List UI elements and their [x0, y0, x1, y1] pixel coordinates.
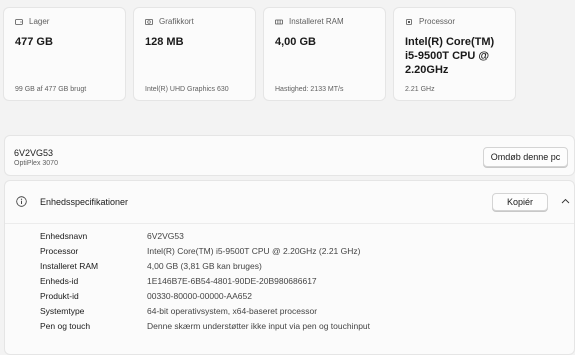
spec-value: 6V2VG53	[147, 231, 184, 241]
device-name-panel: 6V2VG53 OptiPlex 3070 Omdøb denne pc	[4, 135, 575, 176]
processor-value-line: 2.20GHz	[405, 64, 449, 76]
spec-value: 4,00 GB (3,81 GB kan bruges)	[147, 261, 262, 271]
spec-key: Produkt-id	[40, 291, 79, 301]
spec-key: Installeret RAM	[40, 261, 99, 271]
spec-row: Installeret RAM 4,00 GB (3,81 GB kan bru…	[40, 261, 262, 271]
device-specifications-header[interactable]: Enhedsspecifikationer Kopiér	[5, 181, 574, 224]
processor-value-line: Intel(R) Core(TM)	[405, 36, 495, 48]
storage-icon	[15, 18, 23, 25]
ram-value: 4,00 GB	[275, 36, 316, 48]
processor-icon	[406, 18, 412, 25]
storage-card[interactable]: Lager 477 GB 99 GB af 477 GB brugt	[3, 7, 126, 101]
info-icon	[16, 196, 27, 207]
spec-value: 64-bit operativsystem, x64-baseret proce…	[147, 306, 318, 316]
graphics-name: Intel(R) UHD Graphics 630	[145, 86, 229, 93]
spec-value: 00330-80000-00000-AA652	[147, 291, 252, 301]
spec-value: Denne skærm understøtter ikke input via …	[147, 321, 371, 331]
graphics-card-icon	[145, 18, 153, 25]
graphics-card[interactable]: Grafikkort 128 MB Intel(R) UHD Graphics …	[133, 7, 256, 101]
memory-icon	[275, 19, 283, 24]
spec-row: Processor Intel(R) Core(TM) i5-9500T CPU…	[40, 246, 360, 256]
processor-label: Processor	[419, 17, 456, 26]
spec-key: Enhedsnavn	[40, 231, 88, 241]
graphics-label: Grafikkort	[159, 17, 194, 26]
spec-value: 1E146B7E-6B54-4801-90DE-20B980686617	[147, 276, 317, 286]
processor-value-line: i5-9500T CPU @	[405, 50, 490, 62]
storage-usage: 99 GB af 477 GB brugt	[15, 86, 87, 93]
processor-card[interactable]: Processor Intel(R) Core(TM) i5-9500T CPU…	[393, 7, 516, 101]
copy-button[interactable]: Kopiér	[492, 193, 548, 211]
device-name: 6V2VG53	[14, 148, 54, 158]
spec-value: Intel(R) Core(TM) i5-9500T CPU @ 2.20GHz…	[147, 246, 361, 256]
spec-row: Enhedsnavn 6V2VG53	[40, 231, 184, 241]
spec-row: Produkt-id 00330-80000-00000-AA652	[40, 291, 252, 301]
ram-label: Installeret RAM	[289, 17, 344, 26]
processor-speed: 2.21 GHz	[405, 86, 435, 93]
ram-card[interactable]: Installeret RAM 4,00 GB Hastighed: 2133 …	[263, 7, 386, 101]
storage-value: 477 GB	[15, 36, 53, 48]
processor-value: Intel(R) Core(TM) i5-9500T CPU @ 2.20GHz	[405, 35, 494, 77]
spec-key: Enheds-id	[40, 276, 79, 286]
ram-speed: Hastighed: 2133 MT/s	[275, 86, 344, 93]
spec-key: Systemtype	[40, 306, 85, 316]
device-model: OptiPlex 3070	[14, 160, 58, 167]
spec-row: Pen og touch Denne skærm understøtter ik…	[40, 321, 370, 331]
spec-key: Processor	[40, 246, 79, 256]
device-specifications-panel: Enhedsspecifikationer Kopiér Enhedsnavn …	[4, 180, 575, 355]
spec-row: Enheds-id 1E146B7E-6B54-4801-90DE-20B980…	[40, 276, 317, 286]
chevron-up-icon[interactable]	[561, 198, 570, 204]
graphics-value: 128 MB	[145, 36, 184, 48]
device-specifications-title: Enhedsspecifikationer	[40, 197, 129, 207]
spec-row: Systemtype 64-bit operativsystem, x64-ba…	[40, 306, 317, 316]
rename-pc-button[interactable]: Omdøb denne pc	[483, 147, 568, 167]
spec-key: Pen og touch	[40, 321, 91, 331]
storage-label: Lager	[29, 17, 50, 26]
